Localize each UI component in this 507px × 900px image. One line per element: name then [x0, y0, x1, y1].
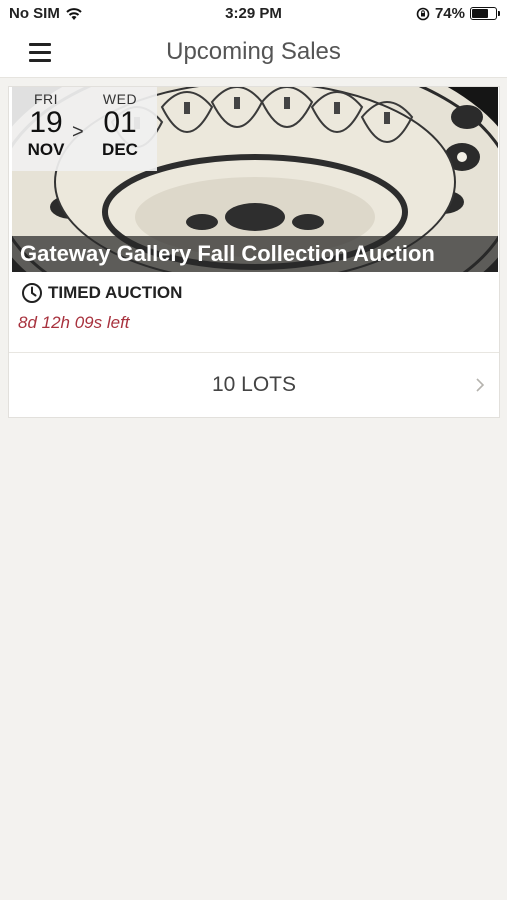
view-lots-button[interactable]: 10 LOTS [9, 353, 499, 417]
end-date: WED 01 DEC [90, 91, 150, 160]
date-separator: > [72, 121, 84, 143]
end-month: DEC [102, 140, 138, 159]
time-left: 8d 12h 09s left [18, 313, 130, 332]
status-right: 74% [416, 5, 500, 22]
status-bar: No SIM 3:29 PM 74% [0, 0, 507, 28]
sale-image[interactable]: FRI 19 NOV > WED 01 DEC Gateway Gallery … [12, 87, 498, 272]
sale-date-badge: FRI 19 NOV > WED 01 DEC [12, 87, 157, 171]
end-dow: WED [102, 91, 138, 107]
chevron-right-icon [476, 378, 485, 392]
sale-title-strip: Gateway Gallery Fall Collection Auction [12, 236, 498, 272]
nav-bar: Upcoming Sales [0, 28, 507, 78]
start-dow: FRI [33, 91, 59, 107]
battery-icon [470, 7, 500, 20]
sale-card[interactable]: FRI 19 NOV > WED 01 DEC Gateway Gallery … [8, 86, 500, 418]
start-date: FRI 19 NOV [16, 91, 76, 160]
battery-percent: 74% [434, 5, 465, 22]
lots-count: 10 LOTS [211, 373, 297, 396]
battery-fill [472, 9, 488, 18]
page-title: Upcoming Sales [166, 38, 341, 65]
start-month: NOV [27, 140, 65, 159]
start-day: 19 [29, 106, 63, 139]
orientation-lock-icon [416, 7, 430, 20]
auction-type-label: TIMED AUCTION [48, 283, 183, 302]
auction-type: TIMED AUCTION [21, 282, 182, 304]
end-day: 01 [103, 106, 137, 139]
sale-title[interactable]: Gateway Gallery Fall Collection Auction [20, 241, 435, 267]
clock-icon [22, 283, 42, 303]
